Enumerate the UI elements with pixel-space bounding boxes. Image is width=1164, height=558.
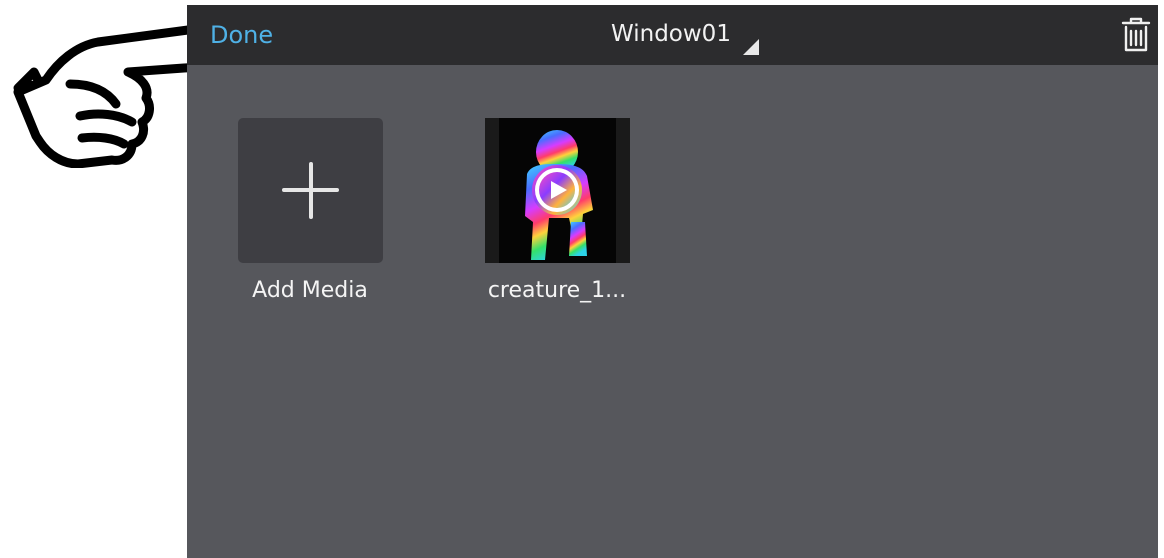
media-item-label: creature_1... (487, 278, 627, 303)
add-media-label: Add Media (252, 278, 368, 303)
thumbnail-image (485, 118, 630, 263)
dropdown-caret-icon (742, 39, 759, 55)
window-title-dropdown[interactable]: Window01 (611, 21, 759, 55)
app-window: Done Window01 Add Media creature_1... (187, 5, 1158, 558)
media-thumbnail[interactable] (485, 118, 630, 263)
pointing-hand-icon (13, 25, 215, 168)
trash-icon[interactable] (1121, 17, 1151, 53)
done-button[interactable]: Done (210, 21, 273, 49)
top-bar: Done Window01 (187, 5, 1158, 65)
add-media-tile[interactable] (238, 118, 383, 263)
window-title: Window01 (611, 21, 731, 47)
